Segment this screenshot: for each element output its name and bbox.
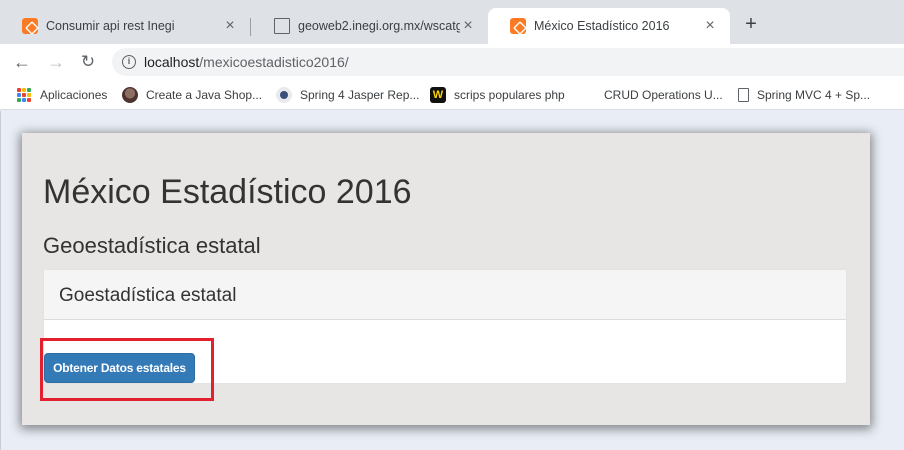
bookmark-scrips-php[interactable]: W scrips populares php bbox=[430, 86, 565, 104]
bookmark-label: Spring MVC 4 + Sp... bbox=[757, 88, 871, 102]
document-icon bbox=[274, 18, 290, 34]
xampp-icon bbox=[22, 18, 38, 34]
tab-title: geoweb2.inegi.org.mx/wscatgeo/ bbox=[298, 19, 460, 33]
bookmark-label: scrips populares php bbox=[454, 88, 565, 102]
tab-title: México Estadístico 2016 bbox=[534, 19, 670, 33]
tab-mexico-estadistico[interactable]: México Estadístico 2016 × bbox=[488, 8, 730, 44]
address-bar[interactable]: i localhost/mexicoestadistico2016/ bbox=[112, 48, 904, 76]
url-path: /mexicoestadistico2016/ bbox=[199, 54, 349, 70]
tab-title: Consumir api rest Inegi bbox=[46, 19, 175, 33]
bookmark-aplicaciones[interactable]: Aplicaciones bbox=[16, 86, 107, 104]
tab-strip: Consumir api rest Inegi × geoweb2.inegi.… bbox=[0, 0, 904, 44]
page-subtitle: Geoestadística estatal bbox=[43, 233, 261, 258]
close-icon[interactable]: × bbox=[222, 18, 238, 34]
browser-toolbar: ← → ↻ i localhost/mexicoestadistico2016/ bbox=[0, 44, 904, 80]
dog-icon bbox=[122, 87, 138, 103]
bookmarks-bar: Aplicaciones Create a Java Shop... Sprin… bbox=[0, 80, 904, 110]
document-icon bbox=[738, 88, 749, 102]
tab-geoweb2[interactable]: geoweb2.inegi.org.mx/wscatgeo/ × bbox=[250, 8, 488, 44]
tab-consumir-api[interactable]: Consumir api rest Inegi × bbox=[0, 8, 250, 44]
bookmark-label: CRUD Operations U... bbox=[604, 88, 723, 102]
url-host: localhost bbox=[144, 54, 200, 70]
bookmark-label: Create a Java Shop... bbox=[146, 88, 263, 102]
info-icon[interactable]: i bbox=[122, 55, 136, 69]
bookmark-spring-mvc[interactable]: Spring MVC 4 + Sp... bbox=[736, 86, 870, 104]
back-arrow-icon[interactable]: ← bbox=[12, 52, 32, 72]
bookmark-label: Aplicaciones bbox=[40, 88, 108, 102]
bookmark-crud-operations[interactable]: CRUD Operations U... bbox=[604, 86, 723, 104]
new-tab-button[interactable]: + bbox=[740, 14, 762, 36]
panel-heading: Goestadística estatal bbox=[44, 270, 846, 320]
w-logo-icon: W bbox=[430, 87, 446, 103]
bookmark-spring-jasper[interactable]: Spring 4 Jasper Rep... bbox=[276, 86, 419, 104]
xampp-icon bbox=[510, 18, 526, 34]
close-icon[interactable]: × bbox=[460, 18, 476, 34]
url-text[interactable]: localhost/mexicoestadistico2016/ bbox=[144, 54, 349, 70]
close-icon[interactable]: × bbox=[702, 18, 718, 34]
page-title: México Estadístico 2016 bbox=[43, 173, 412, 211]
forward-arrow-icon[interactable]: → bbox=[46, 52, 66, 72]
apps-grid-icon bbox=[16, 87, 32, 103]
reload-icon[interactable]: ↻ bbox=[78, 52, 98, 72]
panel-title: Goestadística estatal bbox=[59, 285, 237, 306]
highlight-box bbox=[40, 338, 214, 401]
bookmark-label: Spring 4 Jasper Rep... bbox=[300, 88, 420, 102]
viewport-edge bbox=[0, 111, 1, 450]
circle-icon bbox=[276, 87, 292, 103]
bookmark-java-shop[interactable]: Create a Java Shop... bbox=[122, 86, 262, 104]
